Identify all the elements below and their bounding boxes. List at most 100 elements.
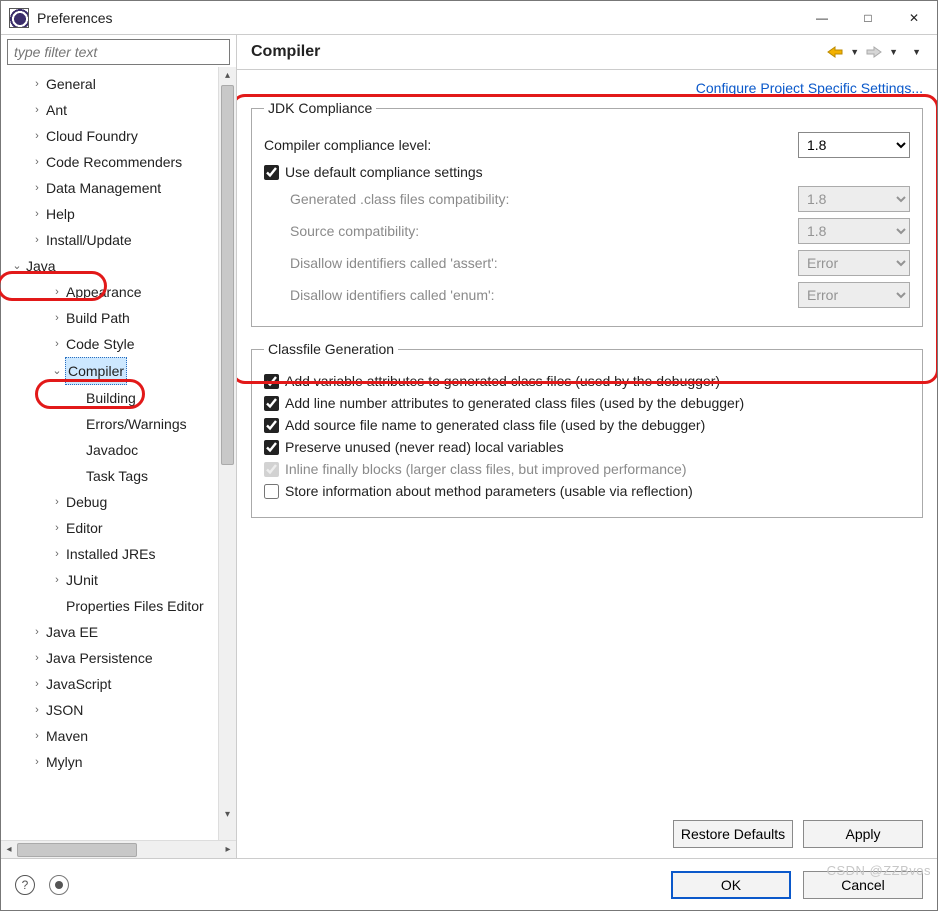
tree-item-cloud-foundry[interactable]: ›Cloud Foundry <box>7 123 218 149</box>
nav-forward-button[interactable] <box>863 45 885 59</box>
chevron-right-icon[interactable]: › <box>49 541 65 567</box>
tree-item-task-tags[interactable]: Task Tags <box>7 463 218 489</box>
preferences-tree[interactable]: ›General›Ant›Cloud Foundry›Code Recommen… <box>1 67 218 840</box>
chevron-right-icon[interactable]: › <box>29 671 45 697</box>
chevron-right-icon[interactable]: › <box>29 723 45 749</box>
tree-item-label: Build Path <box>65 305 131 331</box>
scroll-down-icon[interactable]: ▾ <box>219 806 236 822</box>
chevron-right-icon[interactable]: › <box>29 619 45 645</box>
filter-input[interactable] <box>7 39 230 65</box>
store-method-params-label: Store information about method parameter… <box>285 483 693 499</box>
nav-back-menu[interactable]: ▼ <box>848 47 861 57</box>
tree-item-data-management[interactable]: ›Data Management <box>7 175 218 201</box>
tree-item-install-update[interactable]: ›Install/Update <box>7 227 218 253</box>
chevron-right-icon[interactable]: › <box>49 279 65 305</box>
tree-item-build-path[interactable]: ›Build Path <box>7 305 218 331</box>
dialog-footer: ? OK Cancel <box>1 858 937 910</box>
configure-project-link[interactable]: Configure Project Specific Settings... <box>696 80 923 96</box>
apply-button[interactable]: Apply <box>803 820 923 848</box>
compliance-level-select[interactable]: 1.8 <box>798 132 910 158</box>
tree-item-junit[interactable]: ›JUnit <box>7 567 218 593</box>
tree-item-label: Building <box>85 385 137 411</box>
nav-forward-menu[interactable]: ▼ <box>887 47 900 57</box>
chevron-right-icon[interactable]: › <box>29 201 45 227</box>
tree-scrollbar-horizontal[interactable]: ◂ ▸ <box>1 840 236 858</box>
tree-item-editor[interactable]: ›Editor <box>7 515 218 541</box>
tree-item-installed-jres[interactable]: ›Installed JREs <box>7 541 218 567</box>
maximize-button[interactable]: □ <box>845 2 891 34</box>
chevron-right-icon[interactable]: › <box>29 71 45 97</box>
tree-item-building[interactable]: Building <box>7 385 218 411</box>
scroll-thumb[interactable] <box>221 85 234 465</box>
nav-back-button[interactable] <box>824 45 846 59</box>
minimize-button[interactable]: — <box>799 2 845 34</box>
tree-item-javadoc[interactable]: Javadoc <box>7 437 218 463</box>
view-menu-button[interactable]: ▼ <box>910 47 923 57</box>
tree-item-javascript[interactable]: ›JavaScript <box>7 671 218 697</box>
tree-item-code-recommenders[interactable]: ›Code Recommenders <box>7 149 218 175</box>
use-default-compliance-checkbox[interactable] <box>264 165 279 180</box>
add-line-number-checkbox[interactable] <box>264 396 279 411</box>
use-default-compliance-label: Use default compliance settings <box>285 164 483 180</box>
tree-scrollbar-vertical[interactable]: ▴ ▾ <box>218 67 236 840</box>
jdk-compliance-section: JDK Compliance Compiler compliance level… <box>251 100 923 327</box>
chevron-right-icon[interactable]: › <box>29 149 45 175</box>
cancel-button[interactable]: Cancel <box>803 871 923 899</box>
tree-item-json[interactable]: ›JSON <box>7 697 218 723</box>
chevron-right-icon[interactable]: › <box>29 97 45 123</box>
chevron-right-icon[interactable]: › <box>49 489 65 515</box>
add-source-file-label: Add source file name to generated class … <box>285 417 705 433</box>
tree-item-properties-files-editor[interactable]: Properties Files Editor <box>7 593 218 619</box>
hscroll-thumb[interactable] <box>17 843 137 857</box>
close-button[interactable]: ✕ <box>891 2 937 34</box>
ok-button[interactable]: OK <box>671 871 791 899</box>
scroll-right-icon[interactable]: ▸ <box>220 844 236 855</box>
tree-item-label: Help <box>45 201 76 227</box>
tree-item-label: Java <box>25 253 57 279</box>
tree-item-debug[interactable]: ›Debug <box>7 489 218 515</box>
tree-item-ant[interactable]: ›Ant <box>7 97 218 123</box>
inline-finally-label: Inline finally blocks (larger class file… <box>285 461 687 477</box>
add-source-file-checkbox[interactable] <box>264 418 279 433</box>
tree-item-label: Install/Update <box>45 227 133 253</box>
chevron-down-icon[interactable]: ⌄ <box>9 253 25 279</box>
chevron-right-icon[interactable]: › <box>49 515 65 541</box>
scroll-left-icon[interactable]: ◂ <box>1 844 17 855</box>
tree-item-label: Javadoc <box>85 437 139 463</box>
tree-item-errors-warnings[interactable]: Errors/Warnings <box>7 411 218 437</box>
page-title: Compiler <box>251 43 824 61</box>
source-compat-select: 1.8 <box>798 218 910 244</box>
scroll-up-icon[interactable]: ▴ <box>219 67 236 83</box>
tree-item-help[interactable]: ›Help <box>7 201 218 227</box>
generated-class-select: 1.8 <box>798 186 910 212</box>
add-variable-attrs-checkbox[interactable] <box>264 374 279 389</box>
chevron-right-icon[interactable]: › <box>29 697 45 723</box>
help-icon[interactable]: ? <box>15 875 35 895</box>
chevron-right-icon[interactable]: › <box>49 305 65 331</box>
chevron-right-icon[interactable]: › <box>29 123 45 149</box>
tree-item-java[interactable]: ⌄Java <box>7 253 218 279</box>
disallow-assert-label: Disallow identifiers called 'assert': <box>290 255 798 271</box>
record-icon[interactable] <box>49 875 69 895</box>
chevron-right-icon[interactable]: › <box>29 227 45 253</box>
tree-item-label: Errors/Warnings <box>85 411 188 437</box>
tree-item-general[interactable]: ›General <box>7 71 218 97</box>
chevron-right-icon[interactable]: › <box>49 567 65 593</box>
tree-item-label: Editor <box>65 515 104 541</box>
chevron-right-icon[interactable]: › <box>49 331 65 357</box>
tree-item-java-persistence[interactable]: ›Java Persistence <box>7 645 218 671</box>
chevron-right-icon[interactable]: › <box>29 749 45 775</box>
inline-finally-checkbox <box>264 462 279 477</box>
chevron-right-icon[interactable]: › <box>29 175 45 201</box>
tree-item-mylyn[interactable]: ›Mylyn <box>7 749 218 775</box>
store-method-params-checkbox[interactable] <box>264 484 279 499</box>
chevron-down-icon[interactable]: ⌄ <box>49 358 65 384</box>
tree-item-code-style[interactable]: ›Code Style <box>7 331 218 357</box>
tree-item-compiler[interactable]: ⌄Compiler <box>7 357 218 385</box>
tree-item-appearance[interactable]: ›Appearance <box>7 279 218 305</box>
chevron-right-icon[interactable]: › <box>29 645 45 671</box>
restore-defaults-button[interactable]: Restore Defaults <box>673 820 793 848</box>
tree-item-java-ee[interactable]: ›Java EE <box>7 619 218 645</box>
preserve-unused-checkbox[interactable] <box>264 440 279 455</box>
tree-item-maven[interactable]: ›Maven <box>7 723 218 749</box>
